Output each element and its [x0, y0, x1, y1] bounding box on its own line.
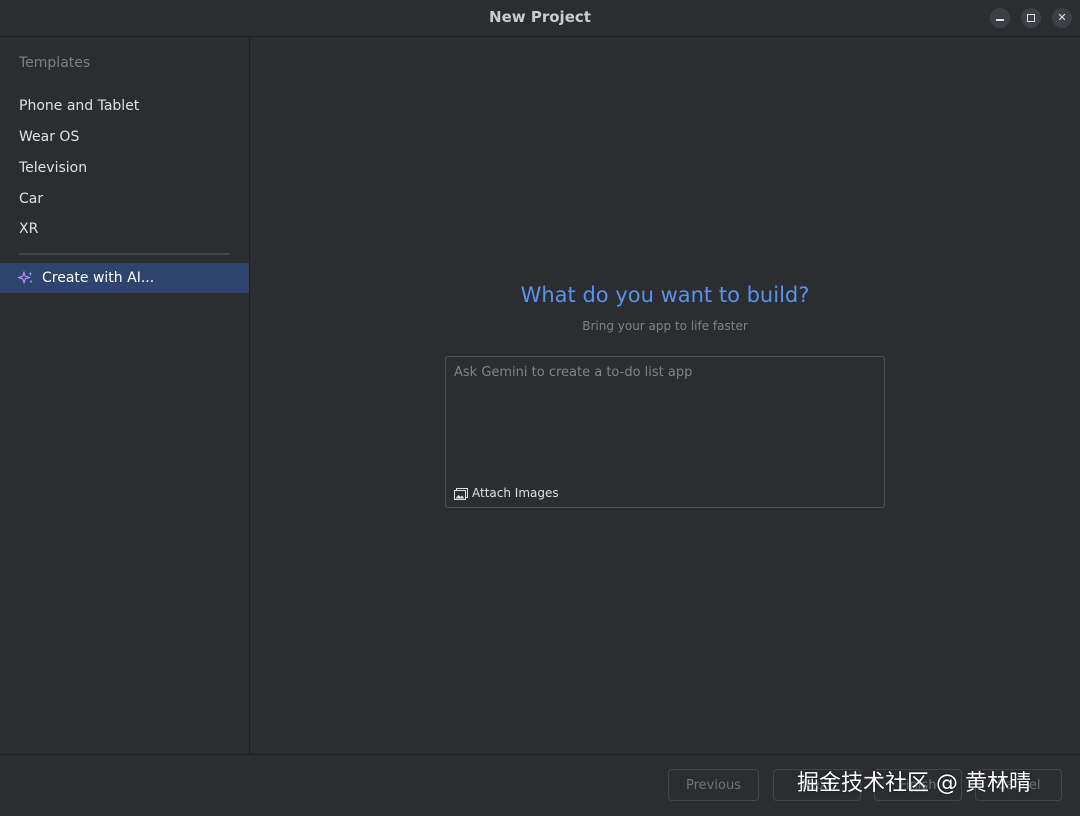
page-subtitle: Bring your app to life faster — [582, 319, 748, 333]
title-bar: New Project ✕ — [0, 0, 1080, 37]
sidebar-item-television[interactable]: Television — [19, 160, 87, 176]
previous-button[interactable]: Previous — [668, 769, 759, 801]
image-icon — [454, 488, 468, 500]
sidebar-item-car[interactable]: Car — [19, 191, 43, 207]
main-panel: What do you want to build? Bring your ap… — [250, 37, 1080, 754]
close-button[interactable]: ✕ — [1052, 8, 1072, 28]
minimize-button[interactable] — [990, 8, 1010, 28]
page-title: What do you want to build? — [520, 283, 810, 307]
new-project-window: New Project ✕ Templates Phone and Tablet… — [0, 0, 1080, 816]
sidebar-divider — [19, 253, 230, 255]
maximize-button[interactable] — [1021, 8, 1041, 28]
templates-sidebar: Templates Phone and Tablet Wear OS Telev… — [0, 37, 250, 754]
sidebar-item-wear-os[interactable]: Wear OS — [19, 129, 79, 145]
close-icon: ✕ — [1057, 11, 1067, 24]
attach-images-label: Attach Images — [472, 486, 559, 500]
minimize-icon — [996, 19, 1004, 21]
watermark: 掘金技术社区 @ 黄林晴 — [797, 771, 1031, 796]
sidebar-heading: Templates — [19, 55, 91, 71]
footer-bar: Previous Next Finish Cancel 掘金技术社区 @ 黄林晴 — [0, 754, 1080, 816]
sidebar-item-create-with-ai[interactable]: Create with AI... — [0, 263, 249, 293]
sidebar-item-phone-and-tablet[interactable]: Phone and Tablet — [19, 98, 139, 114]
prompt-box: Attach Images — [445, 356, 885, 508]
sidebar-item-label: Create with AI... — [42, 270, 155, 286]
prompt-input[interactable] — [454, 365, 874, 465]
sparkle-icon — [18, 271, 33, 284]
sidebar-item-xr[interactable]: XR — [19, 221, 38, 237]
window-title: New Project — [489, 8, 591, 26]
maximize-icon — [1027, 14, 1035, 22]
